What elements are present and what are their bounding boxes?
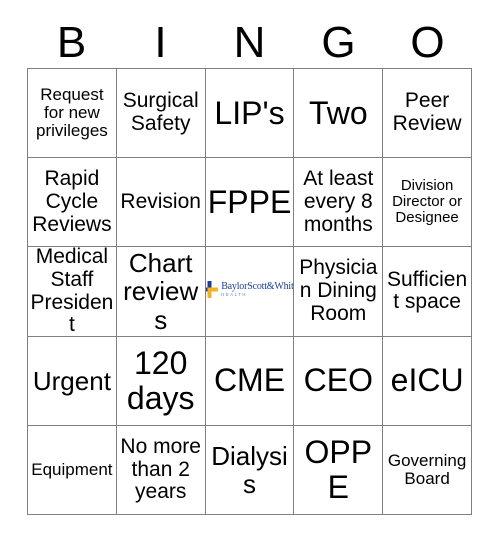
bingo-cell-label: LIP's [214,94,285,131]
bingo-cell[interactable]: OPPE [294,425,384,515]
bingo-cell-label: CEO [303,362,373,399]
bingo-cell-label: At least every 8 months [303,167,374,236]
bingo-cell-label: OPPE [304,434,373,505]
bingo-cell-label: No more than 2 years [120,434,201,504]
bingo-cell-label: Chart reviews [123,248,199,335]
bingo-cell[interactable]: Division Director or Designee [383,158,472,248]
bingo-cell[interactable]: Request for new privileges [28,69,117,159]
bingo-cell-label: Urgent [32,365,111,396]
bingo-cell[interactable]: Surgical Safety [116,69,206,159]
bingo-cell-label: 120 days [126,345,195,416]
header-letter-n: N [233,18,266,67]
bingo-cell-label: Equipment [31,459,113,479]
bingo-cell-label: eICU [390,362,464,399]
cross-icon [205,280,219,298]
bingo-cell-label: Medical Staff President [30,247,114,337]
bingo-cell[interactable]: Revision [116,158,206,248]
bingo-cell[interactable]: Rapid Cycle Reviews [28,158,117,248]
bingo-cell[interactable]: CME [205,336,295,426]
bingo-cell-label: FPPE [207,184,292,221]
bingo-cell[interactable]: Dialysis [205,425,295,515]
bingo-cell[interactable]: LIP's [205,69,295,159]
bingo-cell-label: Dialysis [211,440,288,499]
bingo-cell[interactable]: Peer Review [383,69,472,159]
bingo-cell-label: Surgical Safety [122,89,199,136]
header-letter-b: B [56,18,87,67]
bingo-header: B I N G O [27,18,472,68]
bingo-cell-free-space[interactable]: BaylorScott&White HEALTH [205,247,295,337]
bingo-cell[interactable]: FPPE [205,158,295,248]
bingo-cell-label: Two [308,94,368,131]
bingo-cell-label: CME [213,362,286,399]
bingo-cell-label: Physician Dining Room [299,256,378,325]
logo-wordmark: BaylorScott&White HEALTH [221,280,295,298]
baylor-scott-white-logo: BaylorScott&White HEALTH [205,280,295,298]
bingo-cell[interactable]: 120 days [116,336,206,426]
bingo-cell[interactable]: Governing Board [383,425,472,515]
bingo-grid: Request for new privileges Surgical Safet… [27,68,472,515]
bingo-cell[interactable]: Physician Dining Room [294,247,384,337]
bingo-cell[interactable]: Medical Staff President [28,247,117,337]
header-letter-g: G [321,18,356,67]
bingo-cell[interactable]: Urgent [28,336,117,426]
bingo-cell[interactable]: Sufficient space [383,247,472,337]
bingo-cell-label: Revision [120,189,201,213]
logo-subtitle: HEALTH [221,292,248,298]
bingo-cell-label: Peer Review [392,89,462,136]
bingo-cell-label: Sufficient space [387,267,468,314]
bingo-cell[interactable]: CEO [294,336,384,426]
bingo-cell[interactable]: Two [294,69,384,159]
logo-name: BaylorScott&White [221,280,295,292]
bingo-card: B I N G O Request for new privileges Surg… [0,0,500,544]
header-letter-o: O [410,18,445,67]
bingo-cell[interactable]: Chart reviews [116,247,206,337]
bingo-cell-label: Division Director or Designee [392,177,463,227]
header-letter-i: I [154,18,167,67]
bingo-cell[interactable]: Equipment [28,425,117,515]
bingo-cell[interactable]: eICU [383,336,472,426]
bingo-cell-label: Request for new privileges [35,84,108,141]
bingo-cell-label: Governing Board [387,450,467,488]
bingo-cell-label: Rapid Cycle Reviews [32,167,112,236]
bingo-cell[interactable]: At least every 8 months [294,158,384,248]
bingo-cell[interactable]: No more than 2 years [116,425,206,515]
